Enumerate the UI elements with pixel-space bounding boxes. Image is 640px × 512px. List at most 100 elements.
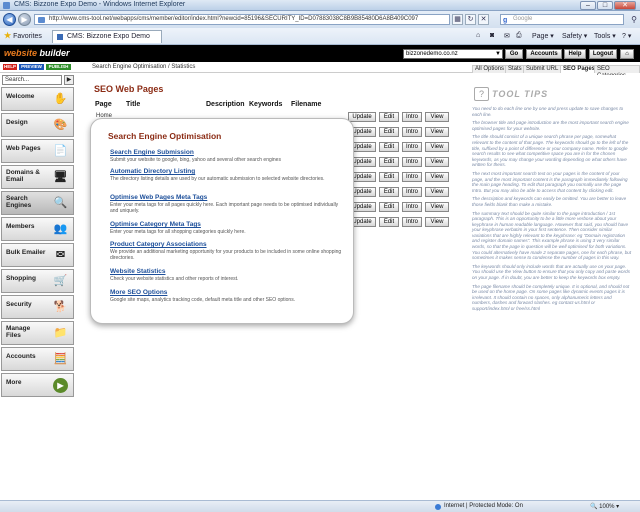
compat-view-icon[interactable]: ▦ [452, 14, 463, 25]
sidebar-item-accounts[interactable]: Accounts 🧮 [1, 347, 74, 371]
table-row: Update Edit Intro View [348, 202, 456, 212]
intro-button[interactable]: Intro [402, 142, 422, 152]
view-button[interactable]: View [425, 127, 449, 137]
browser-search-input[interactable]: g Google ⚲ [500, 14, 637, 25]
option-automatic-directory-listing: Automatic Directory Listing The director… [110, 168, 346, 182]
page-menu[interactable]: Page ▾ [532, 32, 554, 40]
server-icon: 🖥 [53, 171, 68, 183]
sidebar-item-search-engines[interactable]: Search Engines 🔍 [1, 191, 74, 215]
edit-button[interactable]: Edit [379, 112, 399, 122]
refresh-icon[interactable]: ↻ [465, 14, 476, 25]
home-button[interactable]: ⌂ [620, 49, 634, 59]
domain-select[interactable]: bizzonedemo.co.nz ▼ [403, 49, 503, 59]
option-description: We provide an additional marketing oppor… [110, 249, 342, 261]
edit-button[interactable]: Edit [379, 172, 399, 182]
intro-button[interactable]: Intro [402, 217, 422, 227]
tools-menu-label: Tools [594, 33, 611, 40]
sidebar-item-domains-email[interactable]: Domains & Email 🖥 [1, 165, 74, 189]
browser-tab[interactable]: CMS: Bizzone Expo Demo [52, 30, 162, 43]
safety-menu-label: Safety [562, 33, 582, 40]
edit-button[interactable]: Edit [379, 157, 399, 167]
update-button[interactable]: Update [348, 112, 376, 122]
back-button[interactable]: ◀ [3, 13, 16, 26]
google-icon: g [503, 17, 508, 24]
view-button[interactable]: View [425, 202, 449, 212]
tab-seo-categories[interactable]: SEO Categories [594, 65, 640, 79]
home-icon[interactable]: ⌂ [476, 32, 480, 39]
sidebar-item-welcome[interactable]: Welcome ✋ [1, 87, 74, 111]
intro-button[interactable]: Intro [402, 202, 422, 212]
edit-button[interactable]: Edit [379, 202, 399, 212]
sidebar-item-members[interactable]: Members 👥 [1, 217, 74, 241]
maximize-button[interactable]: □ [597, 1, 613, 10]
sidebar-item-label: Security [6, 301, 32, 308]
mail-icon[interactable]: ✉ [504, 32, 510, 40]
intro-button[interactable]: Intro [402, 187, 422, 197]
sidebar-search-go-button[interactable]: ▶ [64, 75, 74, 85]
intro-button[interactable]: Intro [402, 157, 422, 167]
sidebar-search-input[interactable]: Search... [2, 75, 62, 85]
domain-select-value: bizzonedemo.co.nz [406, 51, 458, 57]
app-header: website builder bizzonedemo.co.nz ▼ Go Ac… [0, 45, 640, 62]
tab-all-options[interactable]: All Options [472, 65, 508, 73]
minimize-button[interactable]: – [580, 1, 596, 10]
sidebar-item-web-pages[interactable]: Web Pages 📄 [1, 139, 74, 163]
go-button[interactable]: Go [505, 49, 523, 59]
favorites-button[interactable]: ★ Favorites [4, 31, 42, 40]
window-title: CMS: Bizzone Expo Demo - Windows Interne… [14, 1, 186, 8]
print-icon[interactable]: ⎙ [516, 32, 522, 40]
option-link[interactable]: More SEO Options [110, 289, 346, 297]
publish-pill[interactable]: PUBLISH [46, 64, 71, 70]
safety-menu[interactable]: Safety ▾ [562, 32, 587, 40]
intro-button[interactable]: Intro [402, 172, 422, 182]
logout-button[interactable]: Logout [589, 49, 617, 59]
app-subbar: HELP PREVIEW PUBLISH Search Engine Optim… [0, 62, 640, 79]
intro-button[interactable]: Intro [402, 127, 422, 137]
option-link[interactable]: Automatic Directory Listing [110, 168, 346, 176]
sidebar-item-label: Accounts [6, 353, 36, 360]
option-more-seo-options: More SEO Options Google site maps, analy… [110, 289, 346, 303]
view-button[interactable]: View [425, 112, 449, 122]
accounts-button[interactable]: Accounts [526, 49, 562, 59]
edit-button[interactable]: Edit [379, 142, 399, 152]
feeds-icon[interactable]: ◙ [490, 32, 494, 39]
option-link[interactable]: Website Statistics [110, 268, 346, 276]
option-link[interactable]: Optimise Category Meta Tags [110, 221, 346, 229]
preview-pill[interactable]: PREVIEW [19, 64, 44, 70]
url-input[interactable]: http://www.cms-tool.net/webapps/cms/memb… [34, 14, 450, 25]
view-button[interactable]: View [425, 172, 449, 182]
url-text: http://www.cms-tool.net/webapps/cms/memb… [49, 16, 419, 22]
zoom-level[interactable]: 🔍 100% ▾ [590, 503, 619, 510]
option-link[interactable]: Search Engine Submission [110, 149, 346, 157]
option-link[interactable]: Optimise Web Pages Meta Tags [110, 194, 346, 202]
sidebar-item-design[interactable]: Design 🎨 [1, 113, 74, 137]
sidebar-item-security[interactable]: Security 🐕 [1, 295, 74, 319]
sidebar-item-bulk-emailer[interactable]: Bulk Emailer ✉ [1, 243, 74, 267]
edit-button[interactable]: Edit [379, 187, 399, 197]
sidebar-item-manage-files[interactable]: Manage Files 📁 [1, 321, 74, 345]
view-button[interactable]: View [425, 217, 449, 227]
edit-button[interactable]: Edit [379, 127, 399, 137]
tools-menu[interactable]: Tools ▾ [594, 32, 616, 40]
sidebar-item-shopping[interactable]: Shopping 🛒 [1, 269, 74, 293]
close-window-button[interactable]: ✕ [614, 1, 636, 10]
help-button[interactable]: Help [564, 49, 586, 59]
forward-button[interactable]: ▶ [18, 13, 31, 26]
view-button[interactable]: View [425, 142, 449, 152]
option-description: Enter your meta tags for all pages quick… [110, 202, 339, 214]
stop-icon[interactable]: ✕ [478, 14, 489, 25]
view-button[interactable]: View [425, 187, 449, 197]
sidebar-item-label: Domains & Email [6, 169, 40, 183]
globe-icon [435, 504, 441, 510]
search-icon[interactable]: ⚲ [631, 15, 637, 24]
edit-button[interactable]: Edit [379, 217, 399, 227]
tab-submit-url[interactable]: Submit URL [523, 65, 562, 73]
help-menu[interactable]: ? ▾ [622, 32, 631, 40]
intro-button[interactable]: Intro [402, 112, 422, 122]
help-pill[interactable]: HELP [3, 64, 17, 70]
sidebar-item-more[interactable]: More ▶ [1, 373, 74, 397]
option-link[interactable]: Product Category Associations [110, 241, 346, 249]
tab-seo-pages[interactable]: SEO Pages [560, 65, 599, 73]
tab-stats[interactable]: Stats [505, 65, 525, 73]
view-button[interactable]: View [425, 157, 449, 167]
